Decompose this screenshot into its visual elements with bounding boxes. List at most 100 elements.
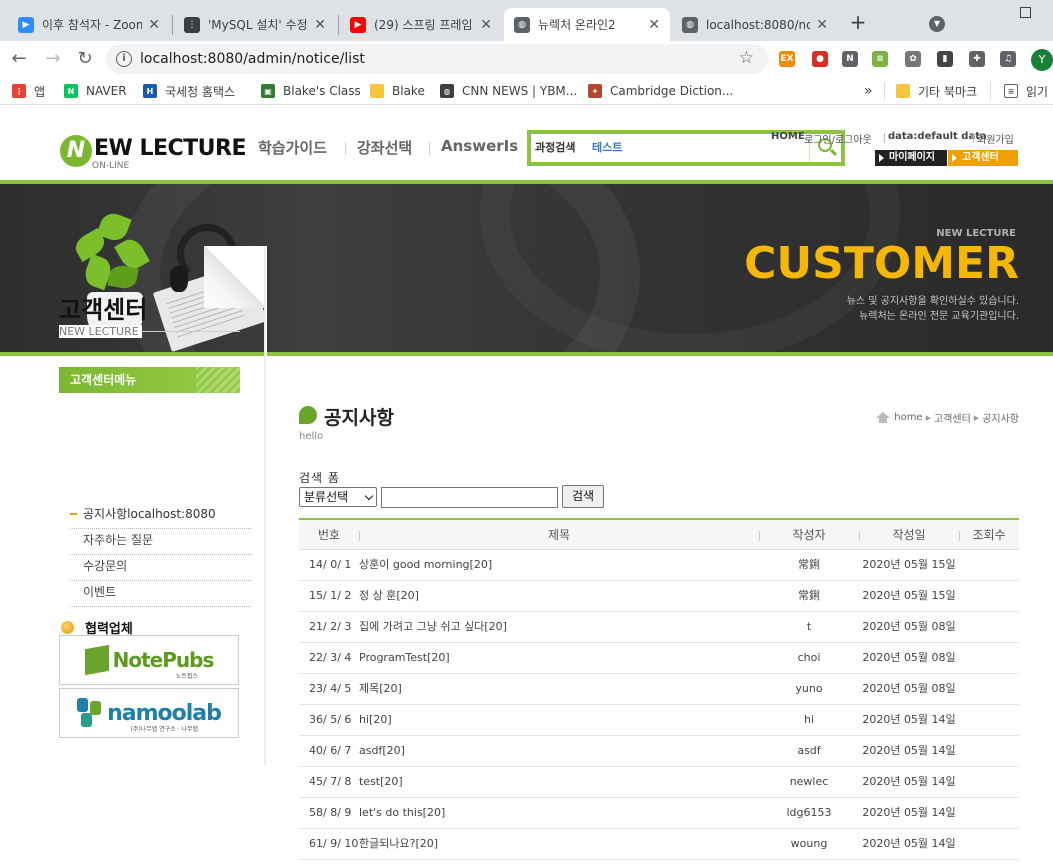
bookmark-cnn-news[interactable]: ◍ CNN NEWS | YBM... [440, 82, 577, 100]
breadcrumb-home[interactable]: home [894, 412, 922, 423]
table-row[interactable]: 58/ 8/ 9 let's do this[20] ldg6153 2020년 05… [299, 798, 1019, 829]
maximize-window-icon[interactable] [1020, 7, 1031, 18]
row-title-link[interactable]: 상훈이 good morning[20] [359, 550, 759, 580]
close-tab-icon[interactable]: ✕ [314, 17, 326, 33]
banner-description: 뉴스 및 공지사항을 확인하실수 있습니다. [846, 296, 1019, 307]
other-bookmarks-folder[interactable]: 기타 북마크 [896, 82, 977, 100]
row-title-link[interactable]: 제목[20] [359, 674, 759, 704]
row-writer: newlec [789, 775, 829, 788]
reload-icon[interactable]: ↻ [74, 48, 96, 70]
active-marker [70, 513, 77, 515]
arrow-right-icon [879, 154, 884, 162]
bookmarks-overflow-button[interactable]: » [864, 82, 873, 100]
chevron-down-icon [364, 491, 374, 501]
row-number: 21/ 2/ 3 [309, 620, 352, 633]
table-row[interactable]: 61/ 9/ 10 한글되나요?[20] woung 2020년 05월 14일 [299, 829, 1019, 860]
aside-item-faq[interactable]: 자주하는 질문 [70, 528, 251, 554]
row-title-link[interactable]: hi[20] [359, 705, 759, 735]
bookmark-apps[interactable]: ⋮ 앱 [12, 82, 45, 100]
red-extension-icon[interactable]: ● [812, 51, 828, 67]
site-logo[interactable]: N EW LECTURE ON-LINE [60, 135, 250, 175]
forward-arrow-icon[interactable]: → [42, 48, 64, 70]
partner-bullet-icon [61, 621, 74, 634]
bookmark-cambridge[interactable]: ✦ Cambridge Diction... [588, 82, 733, 100]
table-row[interactable]: 15/ 1/ 2 정 상 훈[20] 常鋓 2020년 05월 15일 [299, 581, 1019, 612]
row-writer: t [806, 620, 812, 633]
util-signup-link[interactable]: 회원가입 [977, 131, 1014, 146]
course-search-input[interactable]: 테스트 [592, 139, 622, 155]
aside-item-event[interactable]: 이벤트 [70, 580, 251, 606]
table-row[interactable]: 40/ 6/ 7 asdf[20] asdf 2020년 05월 14일 [299, 736, 1019, 767]
browser-tab-newlecture[interactable]: ◍ 뉴렉처 온라인2 ✕ [504, 8, 670, 41]
notice-table-header: 번호 제목 작성자 작성일 조회수 [299, 518, 1019, 550]
table-row[interactable]: 23/ 4/ 5 제목[20] yuno 2020년 05월 08일 [299, 674, 1019, 705]
table-row[interactable]: 21/ 2/ 3 집에 가려고 그냥 쉬고 싶다[20] t 2020년 05월 08… [299, 612, 1019, 643]
row-date: 2020년 05월 08일 [862, 682, 956, 695]
new-tab-button[interactable]: + [848, 10, 868, 34]
tab-divider [172, 15, 173, 35]
table-row[interactable]: 45/ 7/ 8 test[20] newlec 2020년 05월 14일 [299, 767, 1019, 798]
breadcrumb-notice[interactable]: 공지사항 [982, 410, 1019, 425]
site-info-icon[interactable]: i [116, 51, 132, 67]
row-title-link[interactable]: let's do this[20] [359, 798, 759, 828]
close-tab-icon[interactable]: ✕ [480, 17, 492, 33]
mypage-button[interactable]: 마이페이지 [875, 150, 947, 166]
gnav-course-select[interactable]: 강좌선택 [357, 137, 412, 158]
row-title-link[interactable]: test[20] [359, 767, 759, 797]
partner-namoolab[interactable]: namoolab (주)나무랩 연구소 · 나무랩 [59, 688, 239, 738]
bookmark-label: 국세청 홈택스 [165, 84, 236, 99]
row-title-link[interactable]: ProgramTest[20] [359, 643, 759, 673]
row-title-link[interactable]: 한글되나요?[20] [359, 829, 759, 859]
util-login-link[interactable]: 로그인/로그아웃 [804, 131, 884, 146]
sheet-extension-icon[interactable]: ≡ [872, 51, 888, 67]
partner-notepubs[interactable]: NotePubs 노트펍스 [59, 635, 239, 685]
apps-grid-icon: ⋮ [12, 84, 26, 98]
barcode-extension-icon[interactable]: ▮ [937, 51, 953, 67]
bookmark-blake-folder[interactable]: Blake [370, 82, 425, 100]
browser-tab-youtube[interactable]: ▶ (29) 스프링 프레임 ✕ [340, 8, 502, 41]
util-home-link[interactable]: HOME [771, 131, 805, 142]
category-select[interactable]: 분류선택 [299, 487, 377, 507]
row-title-link[interactable]: asdf[20] [359, 736, 759, 766]
bookmark-naver[interactable]: N NAVER [64, 82, 127, 100]
row-number: 45/ 7/ 8 [309, 775, 352, 788]
gnav-answeris[interactable]: AnswerIs [441, 137, 518, 155]
breadcrumb-customer-center[interactable]: 고객센터 [934, 410, 971, 425]
row-writer: woung [790, 837, 828, 850]
profile-avatar[interactable]: Y [1031, 49, 1053, 71]
row-title-link[interactable]: 집에 가려고 그냥 쉬고 싶다[20] [359, 612, 759, 642]
tab-search-icon[interactable]: ▼ [929, 16, 945, 32]
address-url[interactable]: localhost:8080/admin/notice/list [140, 51, 365, 67]
close-tab-icon[interactable]: ✕ [648, 17, 660, 33]
bookmark-hometax[interactable]: H 국세청 홈택스 [143, 82, 235, 100]
customer-center-button[interactable]: 고객센터 [948, 150, 1018, 166]
back-arrow-icon[interactable]: ← [8, 48, 30, 70]
aside-item-inquiry[interactable]: 수강문의 [70, 554, 251, 580]
search-input[interactable] [381, 487, 558, 508]
gnav-study-guide[interactable]: 학습가이드 [258, 137, 327, 158]
table-row[interactable]: 14/ 0/ 1 상훈이 good morning[20] 常鋓 2020년 05월 … [299, 550, 1019, 581]
gear-extension-icon[interactable]: ✿ [905, 51, 921, 67]
search-button[interactable]: 검색 [562, 485, 604, 508]
row-title-link[interactable]: 정 상 훈[20] [359, 581, 759, 611]
col-hit: 조회수 [972, 528, 1006, 542]
aside-title: 고객센터 [59, 296, 148, 324]
folder-icon [370, 84, 384, 98]
browser-tab-localhost[interactable]: ◍ localhost:8080/no ✕ [672, 8, 838, 41]
ex-extension-icon[interactable]: EX [779, 51, 795, 67]
bookmark-blakes-class[interactable]: ▣ Blake's Class [261, 82, 361, 100]
table-row[interactable]: 22/ 3/ 4 ProgramTest[20] choi 2020년 05월 08일 [299, 643, 1019, 674]
browser-tab-zoom[interactable]: ▶ 이후 참석자 - Zoom ✕ [8, 8, 170, 41]
aside-item-notice[interactable]: 공지사항localhost:8080 [70, 502, 251, 528]
reading-list-button[interactable]: ≡ 읽기 [1004, 82, 1048, 100]
browser-tab-mysql[interactable]: ⋮ 'MySQL 설치' 수정 ✕ [174, 8, 336, 41]
table-row[interactable]: 36/ 5/ 6 hi[20] hi 2020년 05월 14일 [299, 705, 1019, 736]
close-tab-icon[interactable]: ✕ [816, 17, 828, 33]
close-tab-icon[interactable]: ✕ [148, 17, 160, 33]
address-bar[interactable]: i localhost:8080/admin/notice/list ☆ [106, 44, 768, 74]
n-extension-icon[interactable]: N [842, 51, 858, 67]
puzzle-icon[interactable]: ✚ [969, 51, 985, 67]
media-icon[interactable]: ♫ [1000, 51, 1016, 67]
reading-list-icon: ≡ [1004, 84, 1018, 98]
bookmark-star-icon[interactable]: ☆ [739, 48, 754, 68]
